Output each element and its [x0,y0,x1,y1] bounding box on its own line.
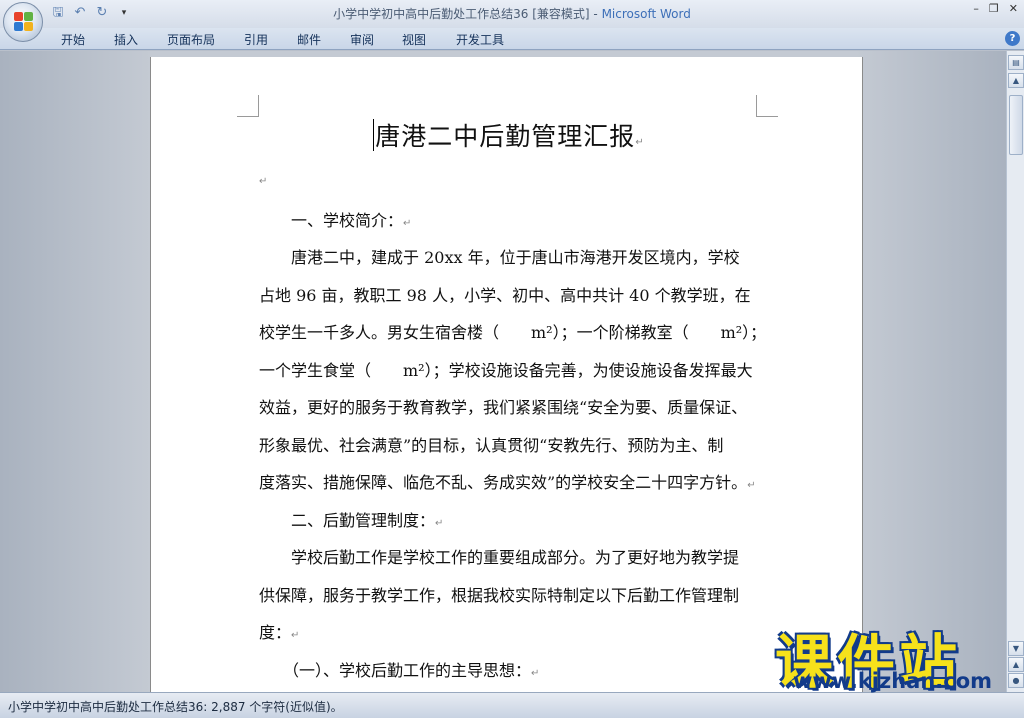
document-title: 唐港二中后勤管理汇报↵ [259,117,759,153]
document-line: 二、后勤管理制度：↵ [259,507,759,531]
document-page[interactable]: 唐港二中后勤管理汇报↵ ↵ 一、学校简介：↵ 唐港二中，建成于 20xx 年，位… [150,57,863,717]
document-line: ↵ [259,169,759,188]
ribbon-tabs: 开始 插入 页面布局 引用 邮件 审阅 视图 开发工具 ? [0,28,1024,50]
document-line-text: 二、后勤管理制度： [259,510,436,530]
document-line-text: 形象最优、社会满意”的目标，认真贯彻“安教先行、预防为主、制 [259,435,724,455]
document-line-text: 一个学生食堂（ m²）；学校设施设备完善，为使设施设备发挥最大 [259,360,753,380]
tab-references[interactable]: 引用 [244,31,268,48]
title-bar: 🖫 ↶ ↻ ▾ 小学中学初中高中后勤处工作总结36 [兼容模式] - Micro… [0,0,1024,28]
scroll-up-button[interactable]: ▲ [1008,73,1024,88]
window-title: 小学中学初中高中后勤处工作总结36 [兼容模式] - Microsoft Wor… [333,7,691,21]
scroll-down-button[interactable]: ▼ [1008,641,1024,656]
document-line: 形象最优、社会满意”的目标，认真贯彻“安教先行、预防为主、制 [259,432,759,456]
app-name: Microsoft Word [601,7,691,21]
ruler-toggle-icon[interactable]: ▤ [1008,55,1024,70]
tab-home[interactable]: 开始 [61,31,85,48]
document-line: 唐港二中，建成于 20xx 年，位于唐山市海港开发区境内，学校 [259,244,759,268]
tab-review[interactable]: 审阅 [350,31,374,48]
document-line-text: 度落实、措施保障、临危不乱、务成实效”的学校安全二十四字方针。 [259,473,748,492]
document-line: 一、学校简介：↵ [259,207,759,231]
select-browse-object-icon[interactable]: ● [1008,673,1024,688]
document-line-text: （一）、学校后勤工作的主导思想： [259,660,532,680]
word-count-status[interactable]: 小学中学初中高中后勤处工作总结36: 2,887 个字符(近似值)。 [8,698,343,715]
document-line: 占地 96 亩，教职工 98 人，小学、初中、高中共计 40 个教学班，在 [259,282,759,306]
tab-view[interactable]: 视图 [402,31,426,48]
minimize-icon[interactable]: – [973,2,979,15]
close-icon[interactable]: ✕ [1009,2,1018,15]
watermark-url: www.kjzhan.com [793,669,993,693]
paragraph-mark-icon: ↵ [435,517,444,529]
tab-mailings[interactable]: 邮件 [297,31,321,48]
paragraph-mark-icon: ↵ [291,630,300,641]
document-line-text: 供保障，服务于教学工作，根据我校实际特制定以下后勤工作管理制 [259,585,740,605]
document-line-text: 唐港二中，建成于 20xx 年，位于唐山市海港开发区境内，学校 [259,248,740,267]
document-line-text: 校学生一千多人。男女生宿舍楼（ m²）；一个阶梯教室（ m²）； [259,323,767,342]
document-line: （一）、学校后勤工作的主导思想：↵ [259,657,759,681]
tab-page-layout[interactable]: 页面布局 [167,31,215,48]
document-line: 一个学生食堂（ m²）；学校设施设备完善，为使设施设备发挥最大 [259,357,759,381]
document-line-text: 度： [259,623,292,642]
paragraph-mark-icon: ↵ [403,217,412,229]
document-line: 学校后勤工作是学校工作的重要组成部分。为了更好地为教学提 [259,544,759,568]
paragraph-mark-icon: ↵ [747,480,756,491]
help-icon[interactable]: ? [1005,31,1020,46]
paragraph-mark-icon: ↵ [531,667,540,679]
document-line-text: 效益，更好的服务于教育教学，我们紧紧围绕“安全为要、质量保证、 [259,398,748,417]
document-line: 效益，更好的服务于教育教学，我们紧紧围绕“安全为要、质量保证、 [259,394,759,418]
document-line: 供保障，服务于教学工作，根据我校实际特制定以下后勤工作管理制 [259,582,759,606]
vertical-scrollbar[interactable]: ▤ ▲ ▼ ▲ ● [1006,51,1024,692]
document-line: 校学生一千多人。男女生宿舍楼（ m²）；一个阶梯教室（ m²）； [259,319,766,343]
document-line-text: 学校后勤工作是学校工作的重要组成部分。为了更好地为教学提 [259,548,740,567]
margin-corner-top-left [237,95,259,117]
margin-corner-top-right [756,95,778,117]
window-controls: – ❐ ✕ [973,2,1018,15]
document-line-text: 一、学校简介： [259,210,404,230]
tab-developer[interactable]: 开发工具 [456,31,504,48]
document-line: 度：↵ [259,619,759,643]
office-button[interactable] [3,2,43,42]
paragraph-mark-icon: ↵ [259,176,268,187]
restore-icon[interactable]: ❐ [989,2,999,15]
previous-page-icon[interactable]: ▲ [1008,657,1024,672]
scroll-thumb[interactable] [1009,95,1023,155]
document-workspace: 唐港二中后勤管理汇报↵ ↵ 一、学校简介：↵ 唐港二中，建成于 20xx 年，位… [0,51,1006,717]
office-logo-icon [14,12,34,32]
paragraph-mark-icon: ↵ [635,137,645,148]
document-line-text: 占地 96 亩，教职工 98 人，小学、初中、高中共计 40 个教学班，在 [259,285,751,305]
document-line: 度落实、措施保障、临危不乱、务成实效”的学校安全二十四字方针。↵ [259,469,759,493]
tab-insert[interactable]: 插入 [114,31,138,48]
